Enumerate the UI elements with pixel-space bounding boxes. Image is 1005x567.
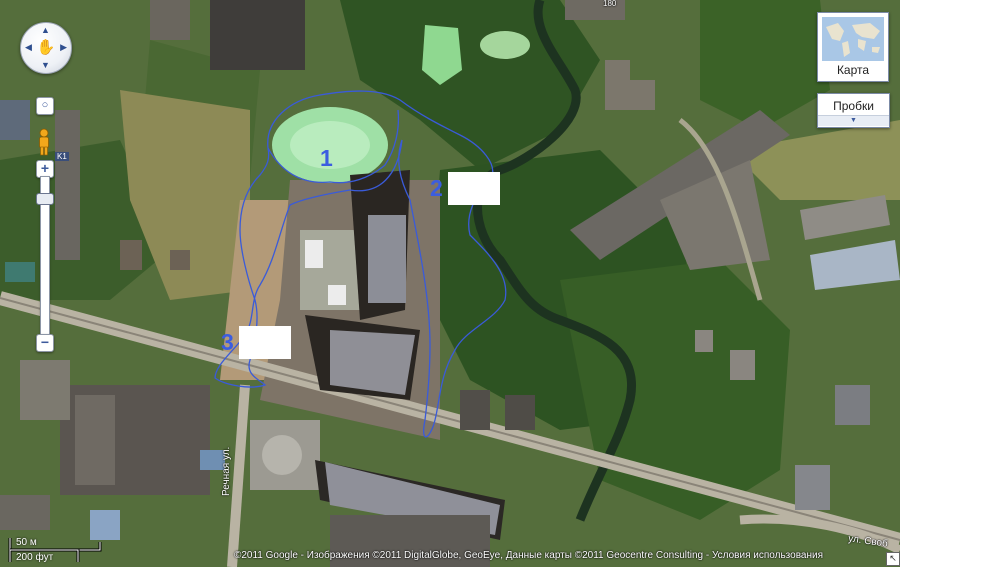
map-type-label: Карта [836, 63, 870, 77]
pan-control[interactable]: ▲ ▼ ◀ ▶ ✋ [20, 22, 72, 74]
hand-pan-icon: ✋ [36, 39, 56, 56]
scale-imperial-label: 200 фут [16, 552, 54, 563]
layer-badge: K1 [55, 152, 69, 161]
traffic-button[interactable]: Пробки ▼ [817, 93, 890, 128]
pegman-icon[interactable] [36, 128, 52, 156]
map-type-button[interactable]: Карта [817, 12, 889, 82]
satellite-imagery [0, 0, 900, 567]
satellite-map[interactable]: 1 2 3 Речная ул. ул. Своб 180 ▲ ▼ ◀ ▶ ✋ … [0, 0, 900, 567]
pan-down-icon[interactable]: ▼ [41, 61, 50, 70]
scale-bar: 50 м 200 фут [8, 536, 104, 564]
chevron-down-icon[interactable]: ▼ [818, 115, 889, 126]
zoom-slider-thumb[interactable] [36, 193, 54, 205]
marker-label-1: 1 [320, 145, 333, 171]
reset-view-button[interactable]: ○ [36, 97, 54, 115]
traffic-label: Пробки [833, 99, 874, 113]
scale-metric-label: 50 м [16, 537, 37, 548]
street-label-rechnaya: Речная ул. [221, 446, 232, 496]
attribution-text[interactable]: ©2011 Google - Изображения ©2011 Digital… [234, 550, 823, 561]
pan-left-icon[interactable]: ◀ [25, 43, 32, 52]
world-map-icon [822, 17, 884, 61]
zoom-out-button[interactable]: − [36, 334, 54, 352]
resize-corner-icon[interactable]: ↖ [886, 552, 900, 566]
house-number-label: 180 [603, 0, 617, 8]
marker-label-3: 3 [221, 329, 234, 355]
label-box-3 [239, 326, 291, 359]
marker-label-2: 2 [430, 175, 443, 201]
pan-right-icon[interactable]: ▶ [60, 43, 67, 52]
label-box-2 [448, 172, 500, 205]
pan-up-icon[interactable]: ▲ [41, 26, 50, 35]
